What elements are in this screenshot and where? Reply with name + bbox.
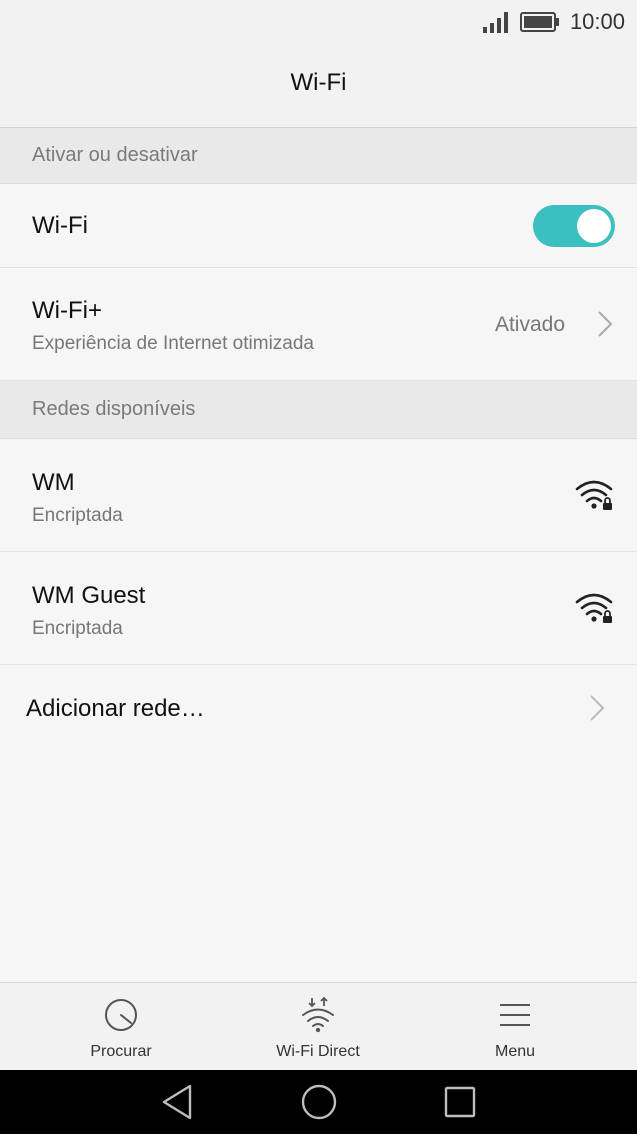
title-bar: Wi-Fi xyxy=(0,44,637,128)
menu-icon xyxy=(500,1004,530,1026)
wifi-direct-icon xyxy=(302,996,334,1033)
wifi-plus-row[interactable]: Wi-Fi+ Experiência de Internet otimizada… xyxy=(0,268,637,381)
network-item-wm-guest[interactable]: WM Guest Encriptada xyxy=(0,552,637,665)
network-security: Encriptada xyxy=(32,618,123,639)
network-name: WM xyxy=(32,469,75,496)
network-item-wm[interactable]: WM Encriptada xyxy=(0,439,637,552)
wifi-toggle-switch[interactable] xyxy=(533,205,615,247)
battery-icon xyxy=(519,12,559,32)
wifi-direct-label: Wi-Fi Direct xyxy=(276,1043,360,1060)
page-title: Wi-Fi xyxy=(290,68,347,96)
scan-label: Procurar xyxy=(90,1043,152,1060)
recents-icon[interactable] xyxy=(443,1082,477,1122)
chevron-right-icon xyxy=(598,311,613,337)
home-icon[interactable] xyxy=(300,1082,338,1122)
chevron-right-icon xyxy=(590,695,605,721)
section-header-toggle: Ativar ou desativar xyxy=(0,128,637,184)
navigation-bar xyxy=(0,1070,637,1134)
network-security: Encriptada xyxy=(32,505,123,526)
wifi-locked-icon xyxy=(575,480,613,510)
wifi-plus-value: Ativado xyxy=(494,313,565,336)
network-name: WM Guest xyxy=(32,582,146,609)
back-icon[interactable] xyxy=(160,1082,196,1122)
section-label: Ativar ou desativar xyxy=(32,144,198,166)
wifi-label: Wi-Fi xyxy=(32,212,88,239)
menu-label: Menu xyxy=(494,1043,536,1060)
bottom-action-bar: Procurar Wi-Fi Direct Menu xyxy=(0,982,637,1070)
menu-button[interactable]: Menu xyxy=(425,983,605,1071)
section-header-networks: Redes disponíveis xyxy=(0,381,637,439)
status-time: 10:00 xyxy=(569,9,625,34)
wifi-locked-icon xyxy=(575,593,613,623)
wifi-direct-button[interactable]: Wi-Fi Direct xyxy=(228,983,408,1071)
refresh-icon xyxy=(105,999,137,1031)
scan-button[interactable]: Procurar xyxy=(31,983,211,1071)
wifi-plus-sublabel: Experiência de Internet otimizada xyxy=(32,333,314,354)
status-icons: 10:00 xyxy=(482,8,625,36)
toggle-knob xyxy=(577,209,611,243)
section-label: Redes disponíveis xyxy=(32,398,196,420)
status-bar: 10:00 xyxy=(0,0,637,44)
signal-icon xyxy=(482,12,508,33)
wifi-plus-label: Wi-Fi+ xyxy=(32,297,102,324)
add-network-row[interactable]: Adicionar rede… xyxy=(0,665,637,751)
add-network-label: Adicionar rede… xyxy=(26,695,205,722)
wifi-toggle-row[interactable]: Wi-Fi xyxy=(0,184,637,268)
